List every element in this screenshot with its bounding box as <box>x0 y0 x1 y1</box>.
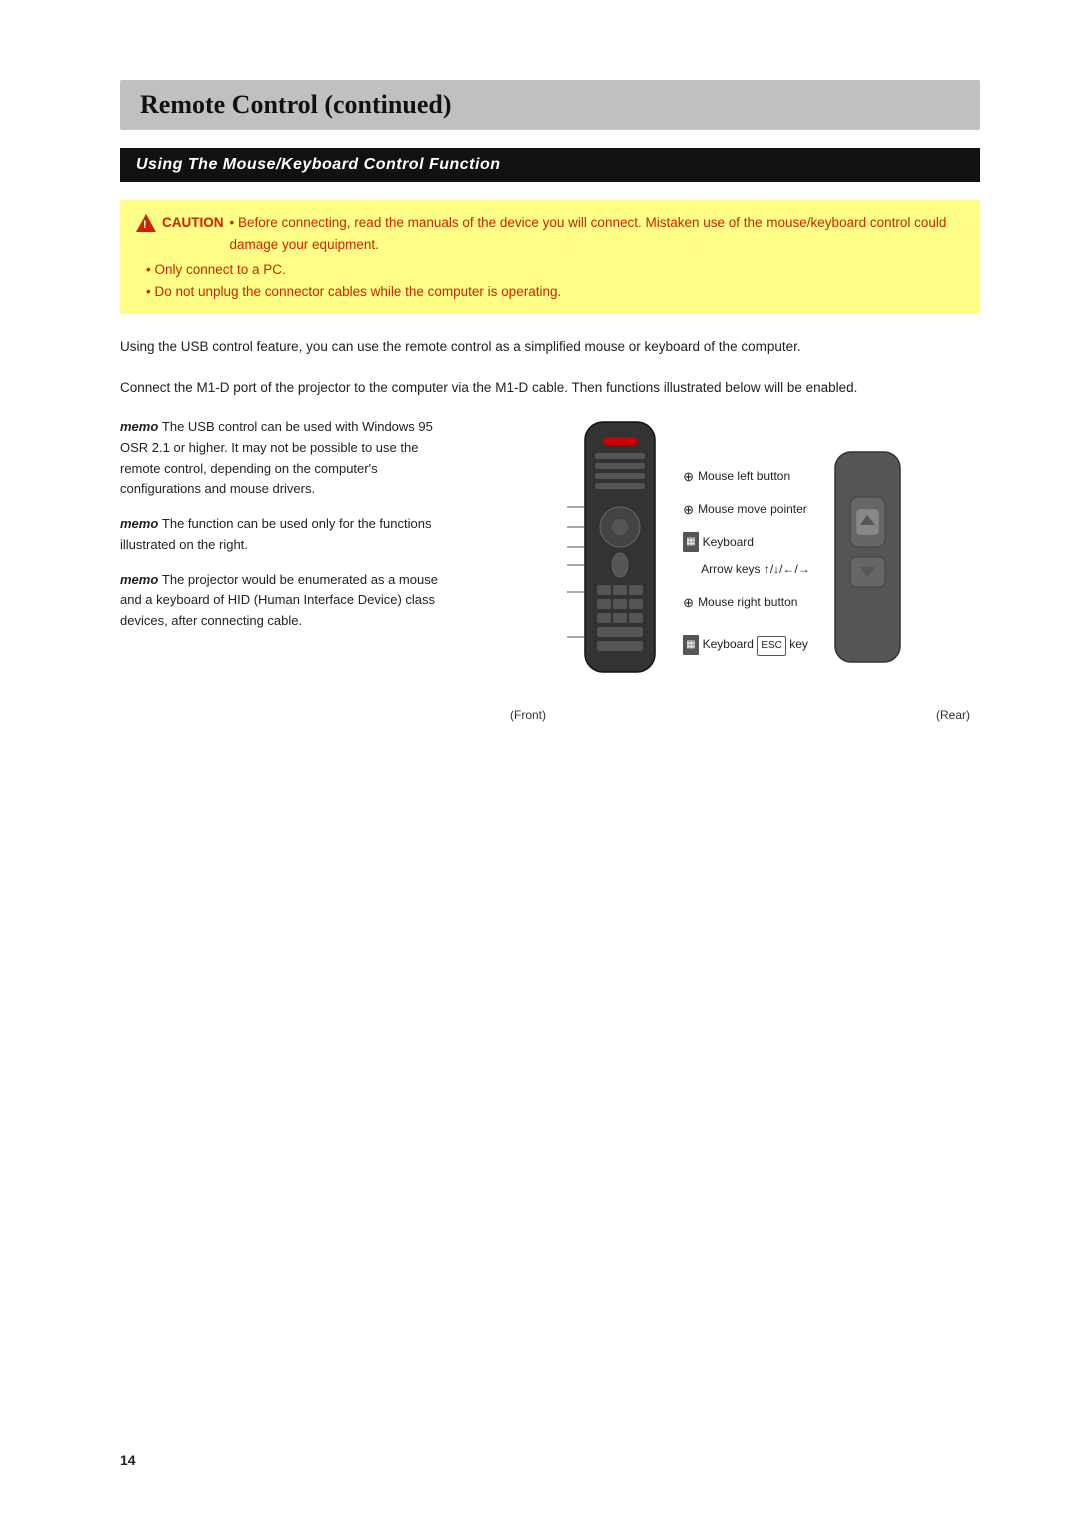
memo-text-2: The function can be used only for the fu… <box>120 516 431 552</box>
caution-bullet-3: • Do not unplug the connector cables whi… <box>146 281 964 303</box>
page-title: Remote Control (continued) <box>140 90 451 119</box>
label-keyboard: ▦ Keyboard <box>683 532 810 554</box>
caution-label: CAUTION <box>162 212 224 234</box>
diagram-captions: (Front) (Rear) <box>490 708 980 722</box>
memo-text-1: The USB control can be used with Windows… <box>120 419 433 496</box>
memo-3: memo The projector would be enumerated a… <box>120 570 460 632</box>
mouse-left-icon: ⊕ <box>683 465 694 488</box>
body-para1: Using the USB control feature, you can u… <box>120 336 980 358</box>
page-number: 14 <box>120 1452 136 1468</box>
caution-line-1: • Before connecting, read the manuals of… <box>230 212 965 255</box>
page-title-bar: Remote Control (continued) <box>120 80 980 130</box>
label-arrow-keys-text: Arrow keys ↑/↓/←/→ <box>701 559 810 581</box>
label-mouse-left: ⊕ Mouse left button <box>683 465 810 488</box>
memo-2: memo The function can be used only for t… <box>120 514 460 556</box>
label-keyboard-esc-text: Keyboard ESC key <box>703 634 808 656</box>
remote-front-svg <box>565 417 675 697</box>
label-mouse-move-text: Mouse move pointer <box>698 499 807 521</box>
memo-1: memo The USB control can be used with Wi… <box>120 417 460 500</box>
body-para2: Connect the M1-D port of the projector t… <box>120 377 980 399</box>
keyboard-icon: ▦ <box>683 532 698 552</box>
rear-caption: (Rear) <box>936 708 970 722</box>
caution-box: CAUTION • Before connecting, read the ma… <box>120 200 980 314</box>
caution-triangle-icon <box>136 214 156 232</box>
remote-front <box>565 417 675 700</box>
keyboard-esc-icon: ▦ <box>683 635 698 655</box>
caution-header: CAUTION • Before connecting, read the ma… <box>136 212 964 255</box>
label-keyboard-text: Keyboard <box>703 532 754 554</box>
label-mouse-left-text: Mouse left button <box>698 466 790 488</box>
memo-label-2: memo <box>120 516 162 531</box>
front-caption: (Front) <box>510 708 546 722</box>
caution-bullets: • Only connect to a PC. • Do not unplug … <box>136 259 964 302</box>
section-title-bar: Using The Mouse/Keyboard Control Functio… <box>120 148 980 182</box>
label-mouse-move: ⊕ Mouse move pointer <box>683 498 810 521</box>
page-container: Remote Control (continued) Using The Mou… <box>0 0 1080 802</box>
remote-labels: ⊕ Mouse left button ⊕ Mouse move pointer… <box>683 417 810 662</box>
rear-remote <box>830 447 905 680</box>
content-section: memo The USB control can be used with Wi… <box>120 417 980 722</box>
caution-bullet-2: • Only connect to a PC. <box>146 259 964 281</box>
remote-rear-svg <box>830 447 905 677</box>
label-mouse-right: ⊕ Mouse right button <box>683 591 810 614</box>
memo-label-3: memo <box>120 572 162 587</box>
right-column: ⊕ Mouse left button ⊕ Mouse move pointer… <box>490 417 980 722</box>
diagram-wrapper: ⊕ Mouse left button ⊕ Mouse move pointer… <box>565 417 905 700</box>
label-keyboard-esc: ▦ Keyboard ESC key <box>683 634 810 656</box>
mouse-right-icon: ⊕ <box>683 591 694 614</box>
label-arrow-keys: Arrow keys ↑/↓/←/→ <box>683 559 810 581</box>
label-mouse-right-text: Mouse right button <box>698 592 797 614</box>
mouse-move-icon: ⊕ <box>683 498 694 521</box>
memo-text-3: The projector would be enumerated as a m… <box>120 572 438 629</box>
memo-label-1: memo <box>120 419 162 434</box>
section-title: Using The Mouse/Keyboard Control Functio… <box>136 156 501 173</box>
esc-key-badge: ESC <box>757 636 786 656</box>
left-column: memo The USB control can be used with Wi… <box>120 417 460 722</box>
